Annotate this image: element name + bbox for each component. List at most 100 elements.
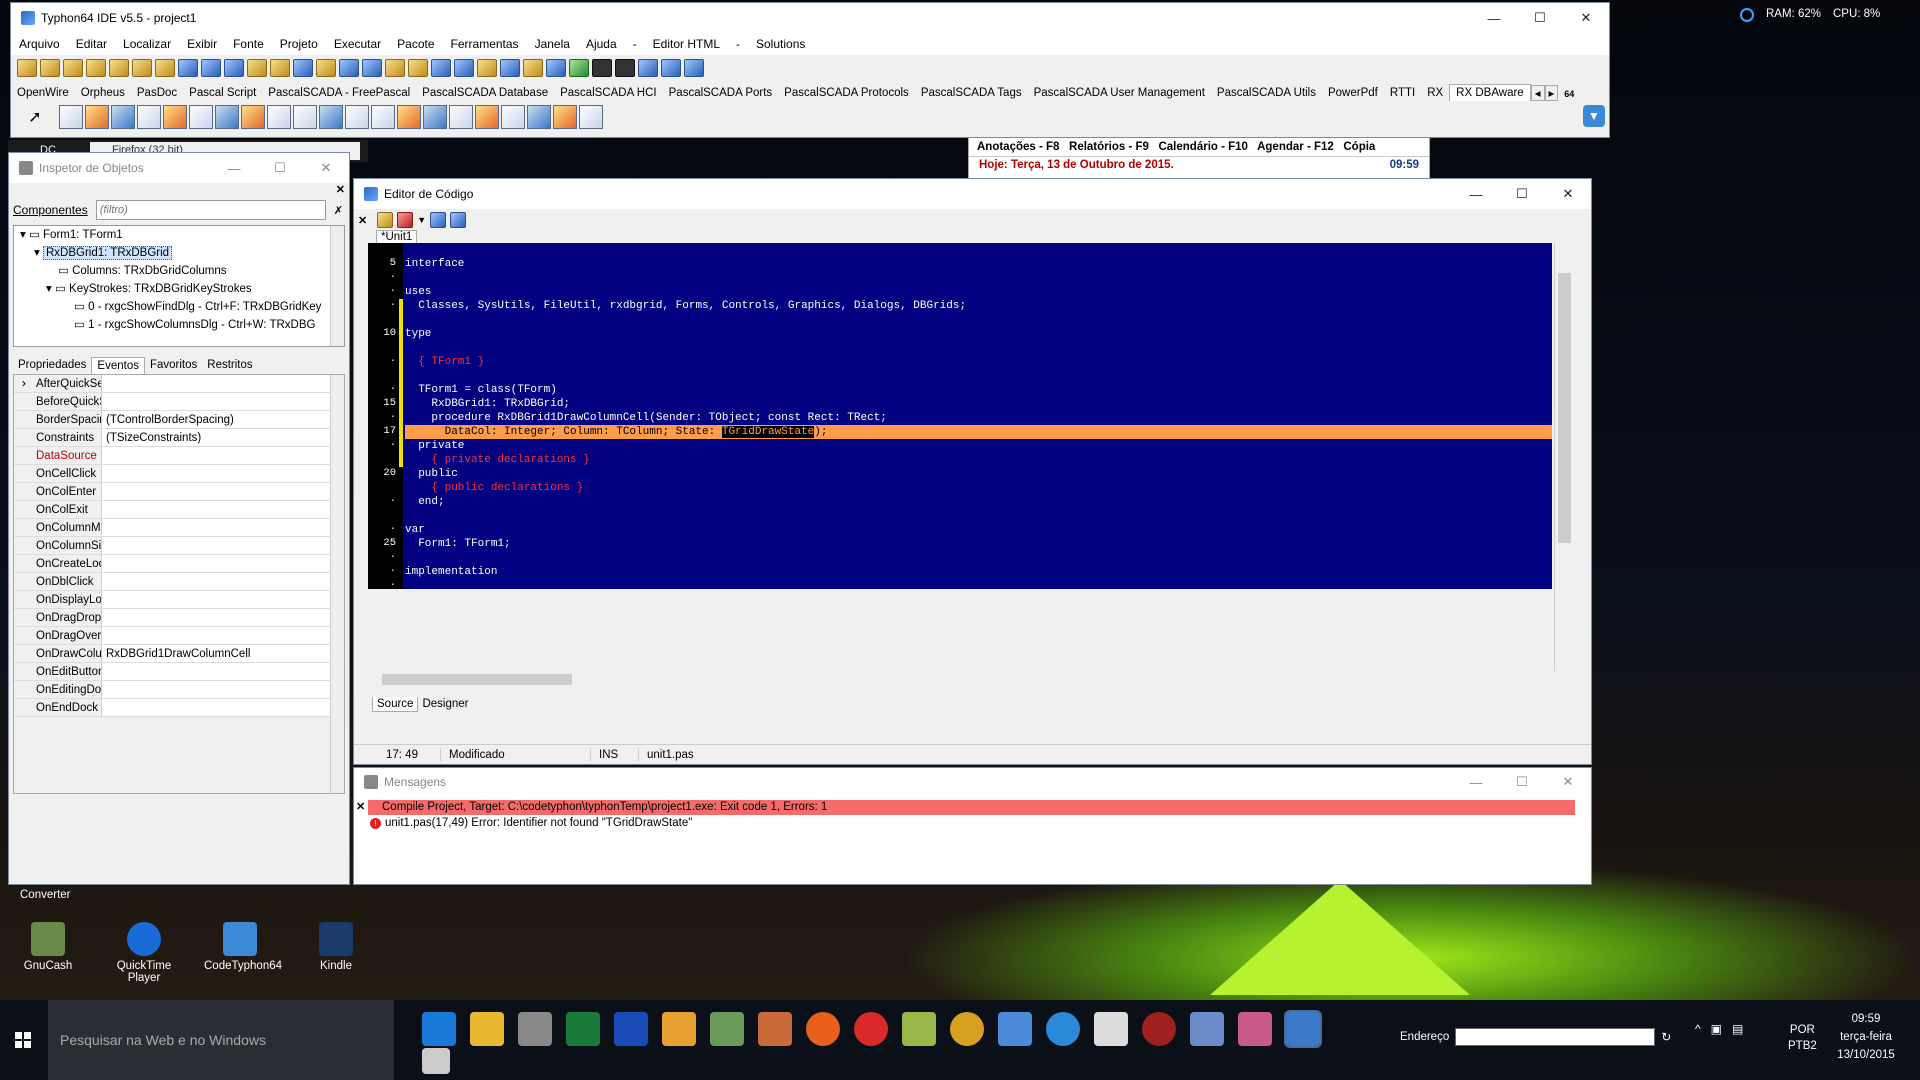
property-row[interactable]: OnDrawColumrRxDBGrid1DrawColumnCell [14, 645, 344, 663]
tools-icon[interactable] [408, 59, 428, 77]
agenda-window[interactable]: Anotações - F8 Relatórios - F9 Calendári… [968, 136, 1430, 180]
property-value[interactable]: (TSizeConstraints) [102, 429, 344, 446]
menu-item[interactable]: Editor HTML [645, 37, 728, 51]
reopen-icon[interactable] [132, 59, 152, 77]
desktop-icon-quicktime[interactable]: QuickTime Player [108, 922, 180, 984]
explorer-icon[interactable] [470, 1012, 504, 1046]
firefox-icon[interactable] [806, 1012, 840, 1046]
editor-vscroll[interactable] [1554, 243, 1574, 671]
excel-icon[interactable] [566, 1012, 600, 1046]
code-line[interactable] [405, 341, 1552, 355]
run-icon[interactable] [569, 59, 589, 77]
palette-tab[interactable]: Orpheus [75, 85, 131, 101]
ide-titlebar[interactable]: Typhon64 IDE v5.5 - project1 — ☐ ✕ [11, 3, 1609, 33]
converter-label[interactable]: Converter [20, 889, 71, 901]
step-out-icon[interactable] [684, 59, 704, 77]
app-icon[interactable] [710, 1012, 744, 1046]
tree-scrollbar[interactable] [330, 226, 344, 346]
menu-item[interactable]: Localizar [115, 37, 179, 51]
clear-filter-icon[interactable]: ✗ [334, 204, 343, 217]
palette-scroll-right-icon[interactable]: ▸ [1544, 85, 1559, 101]
edge-icon[interactable] [422, 1012, 456, 1046]
tab-events[interactable]: Eventos [91, 357, 145, 374]
rx-component-icon[interactable] [475, 105, 499, 129]
home-icon[interactable] [758, 1012, 792, 1046]
new-unit-icon[interactable] [63, 59, 83, 77]
app-icon[interactable] [1046, 1012, 1080, 1046]
palette-tab-active[interactable]: RX DBAware [1449, 84, 1531, 101]
code-editor-window[interactable]: Editor de Código — ☐ ✕ ✕ ▼ *Unit1 5 · · · 10… [353, 178, 1592, 765]
minimize-button[interactable]: — [211, 153, 257, 183]
selector-arrow-icon[interactable]: ➚ [23, 105, 47, 129]
palette-tab[interactable]: PascalSCADA HCI [554, 85, 663, 101]
settings-icon[interactable] [1190, 1012, 1224, 1046]
palette-tab[interactable]: PascalSCADA Database [416, 85, 554, 101]
property-value[interactable]: (TControlBorderSpacing) [102, 411, 344, 428]
maximize-button[interactable]: ☐ [1499, 179, 1545, 209]
build-icon[interactable] [316, 59, 336, 77]
code-line[interactable] [405, 509, 1552, 523]
pause-icon[interactable] [592, 59, 612, 77]
property-value[interactable] [102, 483, 344, 500]
editor-hscroll[interactable] [368, 672, 1554, 687]
clock[interactable]: 09:59 terça-feira 13/10/2015 [1836, 1010, 1896, 1064]
inspector-titlebar[interactable]: Inspetor de Objetos — ☐ ✕ [9, 153, 349, 183]
app-icon[interactable] [1238, 1012, 1272, 1046]
rx-component-icon[interactable] [241, 105, 265, 129]
tree-node[interactable]: ▭ 1 - rxgcShowColumnsDlg - Ctrl+W: TRxDB… [14, 316, 344, 334]
rx-component-icon[interactable] [215, 105, 239, 129]
editor-tab-unit1[interactable]: *Unit1 [376, 230, 418, 243]
hscroll-thumb[interactable] [382, 674, 572, 685]
property-row[interactable]: OnDisplayLooku [14, 591, 344, 609]
message-icon[interactable]: ▤ [1732, 1022, 1743, 1036]
maximize-button[interactable]: ☐ [257, 153, 303, 183]
language-indicator[interactable]: POR PTB2 [1788, 1022, 1817, 1054]
desktop-icon-codetyphon[interactable]: CodeTyphon64 [204, 922, 282, 972]
palette-tab[interactable]: PowerPdf [1322, 85, 1384, 101]
code-line[interactable]: { private declarations } [405, 453, 1552, 467]
tree-node[interactable]: ▾ ▭ KeyStrokes: TRxDBGridKeyStrokes [14, 280, 344, 298]
code-line[interactable] [405, 369, 1552, 383]
paste-icon[interactable] [385, 59, 405, 77]
property-row[interactable]: OnColExit [14, 501, 344, 519]
components-icon[interactable] [500, 59, 520, 77]
rx-component-icon[interactable] [397, 105, 421, 129]
property-row[interactable]: OnColEnter [14, 483, 344, 501]
compile-result-line[interactable]: Compile Project, Target: C:\codetyphon\t… [368, 800, 1575, 815]
cut-icon[interactable] [339, 59, 359, 77]
palette-tab[interactable]: OpenWire [11, 85, 75, 101]
bookmark-icon[interactable] [397, 212, 414, 228]
messages-window[interactable]: Mensagens — ☐ ✕ ✕ Compile Project, Targe… [353, 767, 1592, 885]
code-line[interactable]: end; [405, 495, 1552, 509]
menu-item[interactable]: Pacote [389, 37, 442, 51]
media-icon[interactable] [662, 1012, 696, 1046]
property-row[interactable]: OnEndDock [14, 699, 344, 717]
toggle-form-icon[interactable] [201, 59, 221, 77]
tab-restricted[interactable]: Restritos [202, 357, 257, 374]
replace-icon[interactable] [477, 59, 497, 77]
editor-titlebar[interactable]: Editor de Código — ☐ ✕ [354, 179, 1591, 209]
printer-icon[interactable] [422, 1048, 450, 1074]
open-icon[interactable] [377, 212, 394, 228]
debug-icon[interactable] [546, 59, 566, 77]
store-icon[interactable] [518, 1012, 552, 1046]
messages-close-icon[interactable]: ✕ [356, 800, 365, 813]
code-line[interactable]: private [405, 439, 1552, 453]
property-row[interactable]: OnColumnMov [14, 519, 344, 537]
chrome-icon[interactable] [950, 1012, 984, 1046]
save-all-icon[interactable] [178, 59, 198, 77]
dropdown-icon[interactable]: ▼ [417, 215, 426, 225]
menu-item[interactable]: Fonte [225, 37, 272, 51]
code-line[interactable]: implementation [405, 565, 1552, 579]
ide-main-window[interactable]: Typhon64 IDE v5.5 - project1 — ☐ ✕ Arqui… [10, 2, 1610, 138]
rx-component-icon[interactable] [371, 105, 395, 129]
tab-source[interactable]: Source [372, 697, 419, 712]
close-button[interactable]: ✕ [1563, 3, 1609, 33]
typhon-icon[interactable] [998, 1012, 1032, 1046]
menu-item[interactable]: Exibir [179, 37, 225, 51]
menu-item[interactable]: Executar [326, 37, 389, 51]
project-icon[interactable] [431, 59, 451, 77]
code-line[interactable]: public [405, 467, 1552, 481]
open-project-icon[interactable] [109, 59, 129, 77]
rx-component-icon[interactable] [189, 105, 213, 129]
